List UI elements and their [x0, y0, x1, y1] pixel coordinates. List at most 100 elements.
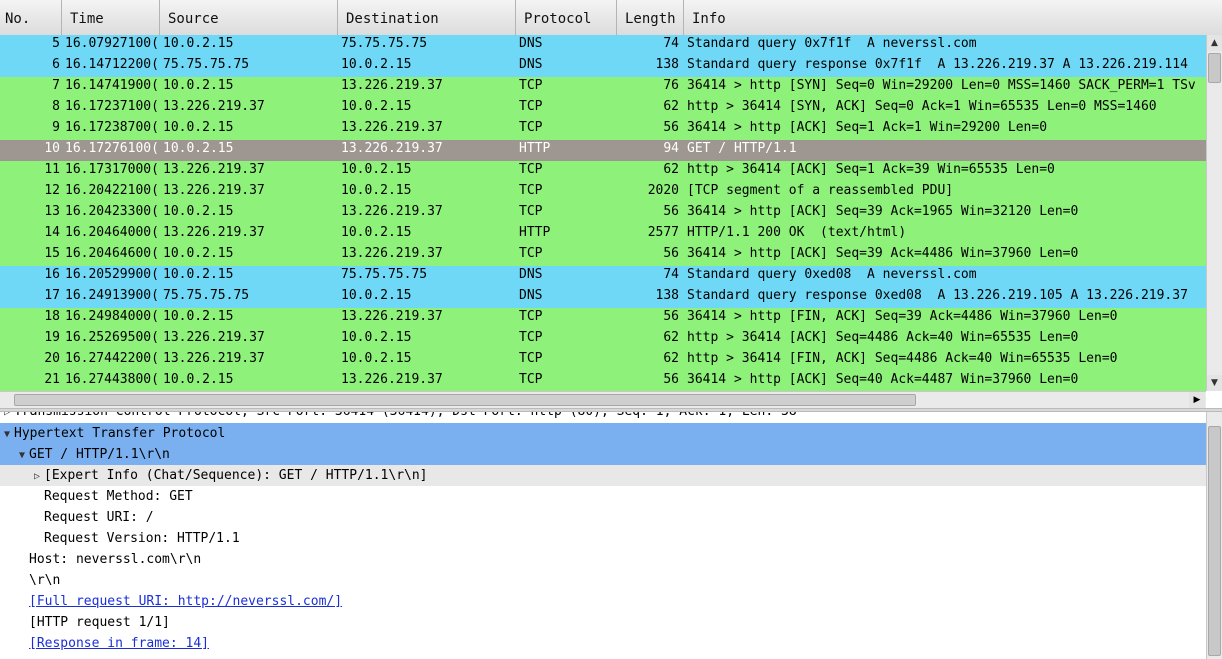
- packet-time: 16.17237100(: [65, 99, 159, 114]
- packet-list-vertical-scrollbar[interactable]: ▲ ▼: [1206, 35, 1222, 391]
- packet-time: 16.20423300(: [65, 204, 159, 219]
- packet-time: 16.07927100(: [65, 36, 159, 51]
- scrollbar-thumb[interactable]: [1208, 53, 1221, 83]
- packet-protocol: TCP: [519, 162, 543, 177]
- tree-item[interactable]: [HTTP request 1/1]: [0, 612, 1206, 633]
- packet-time: 16.17317000(: [65, 162, 159, 177]
- tree-item[interactable]: Request URI: /: [0, 507, 1206, 528]
- details-scrollbar-thumb[interactable]: [1208, 426, 1221, 656]
- scroll-right-icon[interactable]: ▶: [1189, 392, 1205, 408]
- horizontal-scrollbar-thumb[interactable]: [14, 394, 916, 406]
- packet-details-tree[interactable]: ▷Transmission Control Protocol, Src Port…: [0, 412, 1206, 659]
- packet-source: 10.0.2.15: [163, 141, 234, 156]
- packet-row[interactable]: 15 16.20464600(10.0.2.15 13.226.219.37 TCP 5…: [0, 245, 1206, 266]
- packet-row[interactable]: 9 16.17238700(10.0.2.15 13.226.219.37 TCP 56…: [0, 119, 1206, 140]
- packet-row[interactable]: 20 16.27442200(13.226.219.37 10.0.2.15 TCP 6…: [0, 350, 1206, 371]
- packet-row[interactable]: 10 16.17276100(10.0.2.15 13.226.219.37 HTTP…: [0, 140, 1206, 161]
- packet-destination: 10.0.2.15: [341, 99, 412, 114]
- packet-protocol: TCP: [519, 120, 543, 135]
- column-header-source[interactable]: Source: [160, 0, 338, 35]
- column-header-info[interactable]: Info: [684, 0, 1222, 35]
- tree-item-label: [HTTP request 1/1]: [29, 615, 170, 630]
- packet-row[interactable]: 5 16.07927100(10.0.2.15 75.75.75.75 DNS 74 St…: [0, 35, 1206, 56]
- packet-info: 36414 > http [FIN, ACK] Seq=39 Ack=4486 …: [687, 309, 1118, 324]
- packet-number: 16: [44, 267, 60, 282]
- tree-item[interactable]: Request Method: GET: [0, 486, 1206, 507]
- packet-row[interactable]: 6 16.14712200(75.75.75.75 10.0.2.15 DNS 138 S…: [0, 56, 1206, 77]
- packet-row[interactable]: 17 16.24913900(75.75.75.75 10.0.2.15 DNS 138…: [0, 287, 1206, 308]
- packet-row[interactable]: 7 16.14741900(10.0.2.15 13.226.219.37 TCP 76…: [0, 77, 1206, 98]
- packet-number: 5: [52, 36, 60, 51]
- packet-row[interactable]: 21 16.27443800(10.0.2.15 13.226.219.37 TCP 5…: [0, 371, 1206, 391]
- packet-protocol: TCP: [519, 204, 543, 219]
- packet-row[interactable]: 12 16.20422100(13.226.219.37 10.0.2.15 TCP 2…: [0, 182, 1206, 203]
- expand-arrow-down-icon[interactable]: ▼: [0, 424, 14, 445]
- tree-item[interactable]: ▼ Hypertext Transfer Protocol: [0, 423, 1206, 444]
- packet-row[interactable]: 19 16.25269500(13.226.219.37 10.0.2.15 TCP 6…: [0, 329, 1206, 350]
- packet-source: 10.0.2.15: [163, 78, 234, 93]
- packet-list[interactable]: No. Time Source Destination Protocol Len…: [0, 0, 1222, 408]
- packet-length: 56: [663, 309, 679, 324]
- packet-number: 7: [52, 78, 60, 93]
- tree-item[interactable]: [Response in frame: 14]: [0, 633, 1206, 654]
- packet-source: 10.0.2.15: [163, 204, 234, 219]
- packet-row[interactable]: 18 16.24984000(10.0.2.15 13.226.219.37 TCP 5…: [0, 308, 1206, 329]
- tree-item[interactable]: \r\n: [0, 570, 1206, 591]
- packet-info: http > 36414 [SYN, ACK] Seq=0 Ack=1 Win=…: [687, 99, 1157, 114]
- packet-row[interactable]: 16 16.20529900(10.0.2.15 75.75.75.75 DNS 74 S…: [0, 266, 1206, 287]
- tree-item-label: Request URI: /: [44, 510, 154, 525]
- column-header-time[interactable]: Time: [62, 0, 160, 35]
- column-header-protocol[interactable]: Protocol: [516, 0, 617, 35]
- packet-row[interactable]: 14 16.20464000(13.226.219.37 10.0.2.15 HTTP…: [0, 224, 1206, 245]
- packet-protocol: HTTP: [519, 141, 551, 156]
- scroll-up-icon[interactable]: ▲: [1207, 35, 1222, 51]
- packet-destination: 13.226.219.37: [341, 309, 443, 324]
- packet-time: 16.20529900(: [65, 267, 159, 282]
- tree-item[interactable]: [Full request URI: http://neverssl.com/]: [0, 591, 1206, 612]
- packet-row[interactable]: 11 16.17317000(13.226.219.37 10.0.2.15 TCP 6…: [0, 161, 1206, 182]
- column-header-destination[interactable]: Destination: [338, 0, 516, 35]
- tree-item-link[interactable]: [Full request URI: http://neverssl.com/]: [29, 594, 342, 609]
- details-vertical-scrollbar[interactable]: [1206, 412, 1222, 659]
- scroll-down-icon[interactable]: ▼: [1207, 375, 1222, 391]
- tree-item[interactable]: ▷Transmission Control Protocol, Src Port…: [0, 412, 1206, 422]
- packet-info: GET / HTTP/1.1: [687, 141, 797, 156]
- packet-protocol: TCP: [519, 309, 543, 324]
- packet-protocol: TCP: [519, 99, 543, 114]
- tree-item[interactable]: Host: neverssl.com\r\n: [0, 549, 1206, 570]
- packet-length: 56: [663, 246, 679, 261]
- packet-time: 16.27443800(: [65, 372, 159, 387]
- packet-info: http > 36414 [ACK] Seq=4486 Ack=40 Win=6…: [687, 330, 1079, 345]
- packet-number: 10: [44, 141, 60, 156]
- packet-info: Standard query 0x7f1f A neverssl.com: [687, 36, 977, 51]
- packet-source: 13.226.219.37: [163, 330, 265, 345]
- packet-protocol: TCP: [519, 246, 543, 261]
- expand-arrow-right-icon[interactable]: ▷: [0, 412, 14, 423]
- tree-item[interactable]: ▼ GET / HTTP/1.1\r\n: [0, 444, 1206, 465]
- packet-source: 10.0.2.15: [163, 36, 234, 51]
- packet-source: 75.75.75.75: [163, 57, 250, 72]
- packet-info: [TCP segment of a reassembled PDU]: [687, 183, 954, 198]
- packet-destination: 10.0.2.15: [341, 351, 412, 366]
- column-header-length[interactable]: Length: [617, 0, 684, 35]
- tree-item[interactable]: Request Version: HTTP/1.1: [0, 528, 1206, 549]
- column-header-no[interactable]: No.: [0, 0, 62, 35]
- expand-arrow-down-icon[interactable]: ▼: [15, 445, 29, 466]
- tree-item[interactable]: ▷ [Expert Info (Chat/Sequence): GET / HTT…: [0, 465, 1206, 486]
- packet-source: 10.0.2.15: [163, 372, 234, 387]
- packet-destination: 10.0.2.15: [341, 183, 412, 198]
- packet-row[interactable]: 13 16.20423300(10.0.2.15 13.226.219.37 TCP 5…: [0, 203, 1206, 224]
- tree-item-link[interactable]: [Response in frame: 14]: [29, 636, 209, 651]
- packet-list-horizontal-scrollbar[interactable]: ▶: [0, 391, 1206, 408]
- tree-item-label: Hypertext Transfer Protocol: [14, 426, 226, 441]
- packet-row[interactable]: 8 16.17237100(13.226.219.37 10.0.2.15 TCP 62…: [0, 98, 1206, 119]
- packet-time: 16.24984000(: [65, 309, 159, 324]
- packet-list-header: No. Time Source Destination Protocol Len…: [0, 0, 1222, 36]
- packet-protocol: TCP: [519, 183, 543, 198]
- packet-destination: 13.226.219.37: [341, 204, 443, 219]
- expand-arrow-right-icon[interactable]: ▷: [30, 466, 44, 487]
